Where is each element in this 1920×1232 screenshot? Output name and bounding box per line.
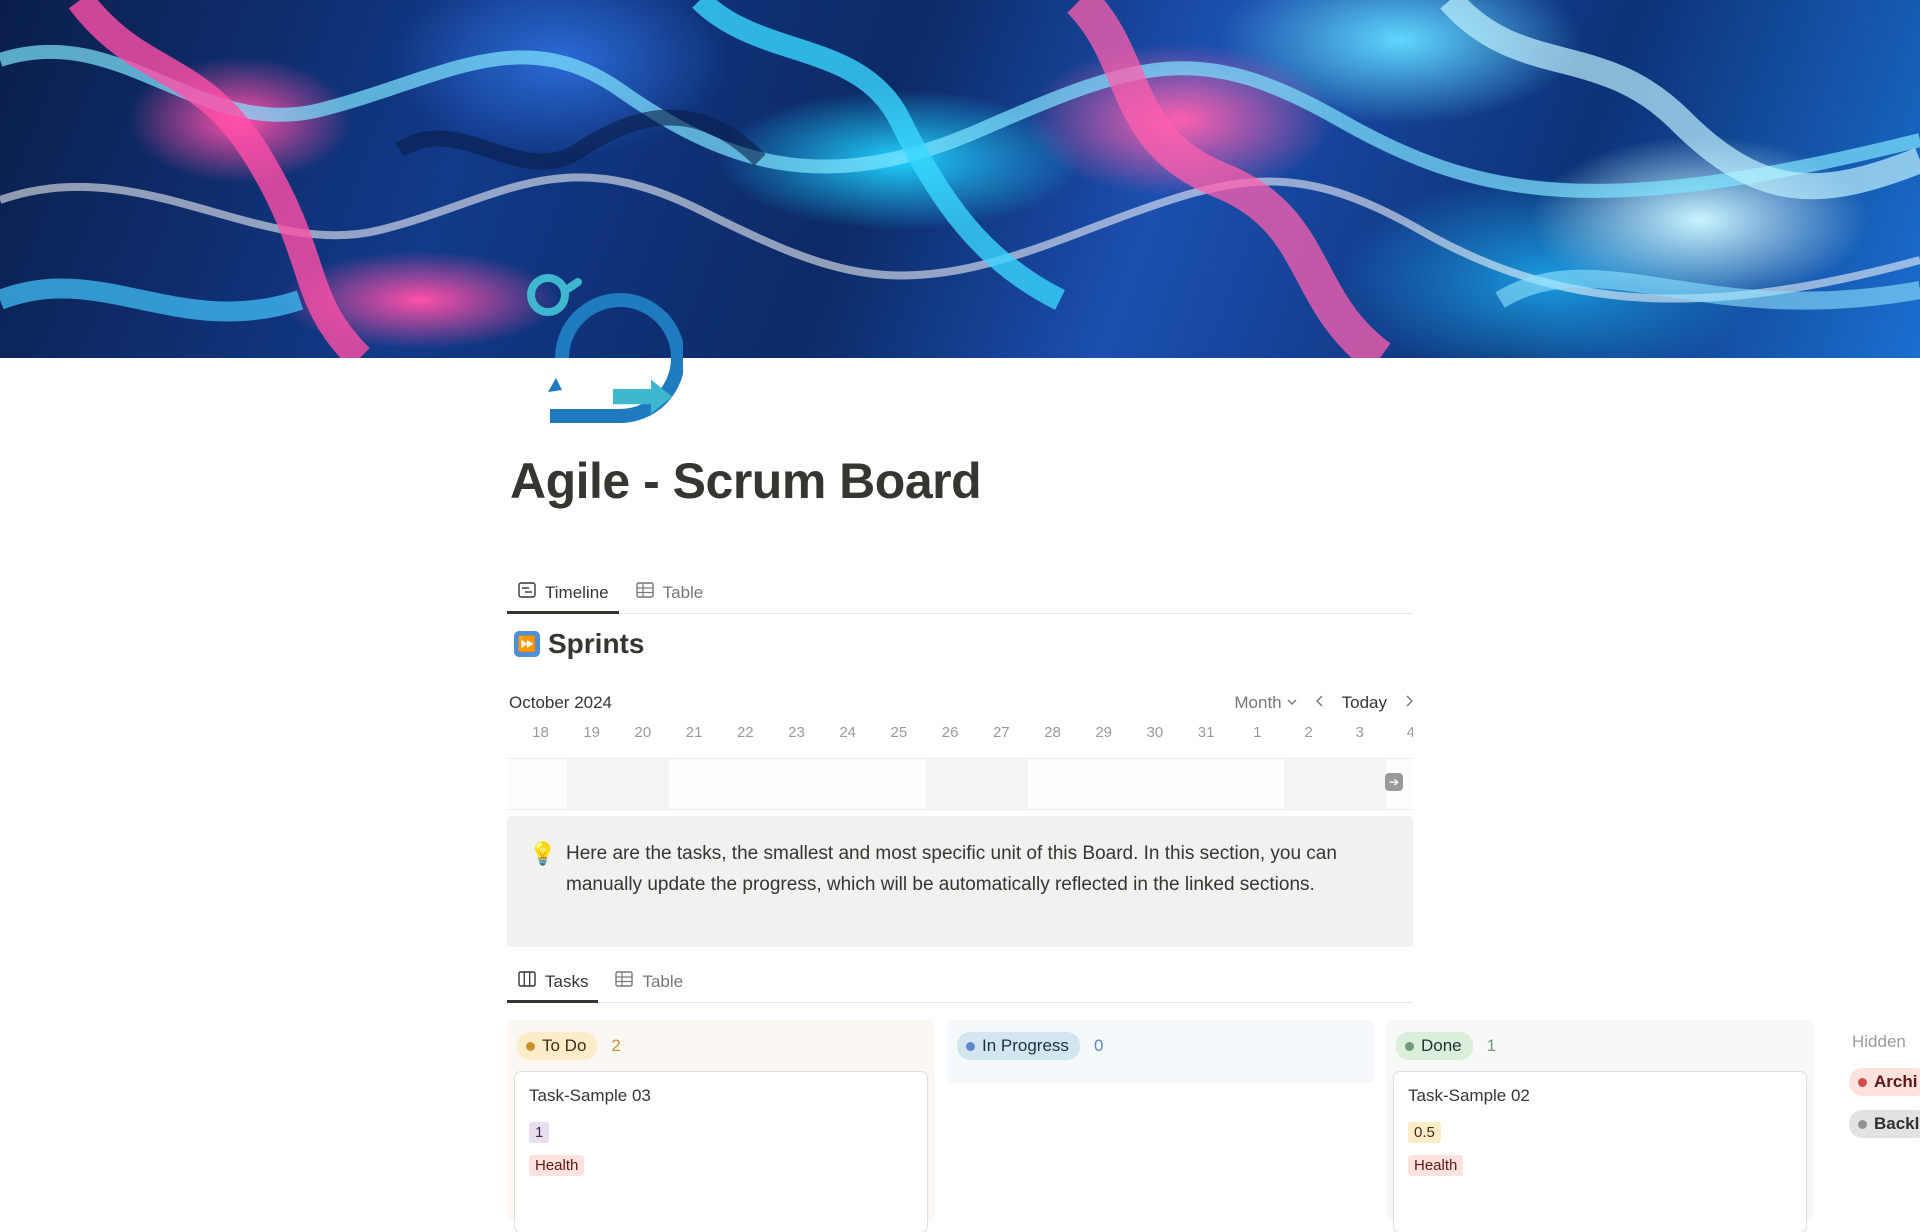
tab-label: Table (662, 582, 704, 602)
board-column-to-do: To Do 2 Task-Sample 03 1 Health (507, 1020, 935, 1232)
chevron-right-icon (1403, 693, 1415, 713)
tab-tasks-table[interactable]: Table (604, 962, 693, 1001)
timeline-day-label: 30 (1146, 724, 1164, 741)
view-scale-select[interactable]: Month (1234, 693, 1297, 713)
hidden-group-label: Archi (1874, 1072, 1918, 1091)
timeline-header: October 2024 Month Today (509, 690, 1415, 716)
cover-image (0, 0, 1920, 358)
tab-label: Table (642, 971, 684, 991)
next-period-button[interactable] (1403, 693, 1415, 713)
arrow-right-icon: ➔ (1388, 775, 1400, 789)
view-scale-label: Month (1234, 693, 1282, 712)
fast-forward-icon: ⏩ (514, 631, 540, 657)
board-column-in-progress: In Progress 0 (947, 1020, 1375, 1083)
timeline-day-label: 28 (1044, 724, 1061, 741)
tab-table[interactable]: Table (625, 573, 714, 612)
category-tag: Health (529, 1155, 585, 1176)
timeline-day-label: 24 (839, 724, 857, 741)
board-column-done: Done 1 Task-Sample 02 0.5 Health (1386, 1020, 1814, 1232)
timeline-day-label: 23 (788, 724, 805, 741)
status-dot-icon (1858, 1119, 1867, 1129)
scroll-to-items-button[interactable]: ➔ (1385, 773, 1403, 791)
column-count: 1 (1486, 1036, 1497, 1055)
timeline-day-label: 25 (890, 724, 908, 741)
story-points-tag: 0.5 (1408, 1122, 1441, 1143)
timeline-day-label: 19 (583, 724, 601, 741)
kanban-board: Hidden Archi Backl To Do 2 Task-Sample 03 1 H… (0, 1020, 1920, 1232)
task-card-title: Task-Sample 03 (529, 1086, 651, 1105)
tab-timeline[interactable]: Timeline (507, 573, 619, 614)
status-label: Done (1421, 1036, 1462, 1055)
status-dot-icon (526, 1041, 535, 1051)
view-tabs: Timeline Table (507, 573, 1413, 614)
status-dot-icon (966, 1041, 975, 1051)
timeline-day-label: 18 (532, 724, 549, 741)
timeline-controls: Month Today (1234, 693, 1415, 713)
column-header[interactable]: Done 1 (1386, 1020, 1814, 1072)
chevron-left-icon (1314, 693, 1326, 713)
scrum-cycle-icon (518, 262, 685, 427)
story-points-tag: 1 (529, 1122, 550, 1143)
column-count: 0 (1093, 1036, 1104, 1055)
today-button[interactable]: Today (1342, 693, 1387, 713)
chevron-down-icon (1286, 693, 1298, 713)
hidden-group-badge[interactable]: Archi (1849, 1068, 1920, 1096)
task-card-title: Task-Sample 02 (1408, 1086, 1530, 1105)
timeline-day-row: 18 19 20 21 22 23 24 25 26 27 28 29 30 31 1 2 3 4 (507, 724, 1413, 748)
status-label: In Progress (982, 1036, 1069, 1055)
board-icon (517, 969, 537, 994)
callout: 💡 Here are the tasks, the smallest and m… (507, 816, 1413, 947)
hidden-groups-label: Hidden (1852, 1032, 1906, 1051)
column-header[interactable]: To Do 2 (507, 1020, 935, 1072)
task-card[interactable]: Task-Sample 02 0.5 Health (1394, 1072, 1806, 1232)
timeline-day-label: 4 (1406, 724, 1413, 741)
tab-tasks[interactable]: Tasks (507, 962, 599, 1003)
timeline-day-label: 27 (992, 724, 1010, 741)
tab-label: Timeline (545, 582, 609, 602)
table-icon (614, 969, 634, 994)
timeline-day-label: 1 (1253, 724, 1262, 741)
page-title: Agile - Scrum Board (510, 453, 982, 509)
status-badge: To Do (517, 1032, 598, 1060)
task-view-tabs: Tasks Table (507, 962, 1413, 1003)
hidden-groups: Hidden Archi Backl (1849, 1032, 1920, 1152)
status-dot-icon (1405, 1041, 1414, 1051)
tab-label: Tasks (545, 971, 589, 991)
task-card[interactable]: Task-Sample 03 1 Health (515, 1072, 927, 1232)
timeline-day-label: 31 (1197, 724, 1215, 741)
status-label: To Do (542, 1036, 587, 1055)
cover-marble-pattern (0, 0, 1920, 358)
hidden-group-badge[interactable]: Backl (1849, 1110, 1920, 1138)
timeline-day-label: 3 (1355, 724, 1364, 741)
timeline-day-label: 29 (1095, 724, 1113, 741)
timeline-month-label: October 2024 (509, 693, 613, 712)
column-header[interactable]: In Progress 0 (947, 1020, 1375, 1072)
hidden-group-label: Backl (1874, 1114, 1920, 1133)
status-badge: Done (1396, 1032, 1473, 1060)
category-tag: Health (1408, 1155, 1464, 1176)
timeline-day-label: 26 (941, 724, 959, 741)
weekend-shade (926, 759, 1028, 809)
timeline-day-label: 2 (1304, 724, 1313, 741)
status-dot-icon (1858, 1077, 1867, 1087)
callout-text: Here are the tasks, the smallest and mos… (566, 843, 1337, 895)
table-icon (635, 580, 655, 605)
sprints-heading: ⏩ Sprints (514, 628, 644, 660)
sprints-heading-label: Sprints (548, 628, 645, 659)
status-badge: In Progress (957, 1032, 1080, 1060)
column-count: 2 (611, 1036, 621, 1055)
timeline-day-label: 21 (685, 724, 703, 741)
weekend-shade (567, 759, 669, 809)
timeline-icon (517, 580, 537, 605)
lightbulb-icon: 💡 (529, 841, 557, 866)
timeline-body[interactable]: ➔ (507, 758, 1413, 810)
timeline-day-label: 22 (736, 724, 754, 741)
timeline-day-label: 20 (634, 724, 652, 741)
weekend-shade (1284, 759, 1386, 809)
previous-period-button[interactable] (1314, 693, 1326, 713)
